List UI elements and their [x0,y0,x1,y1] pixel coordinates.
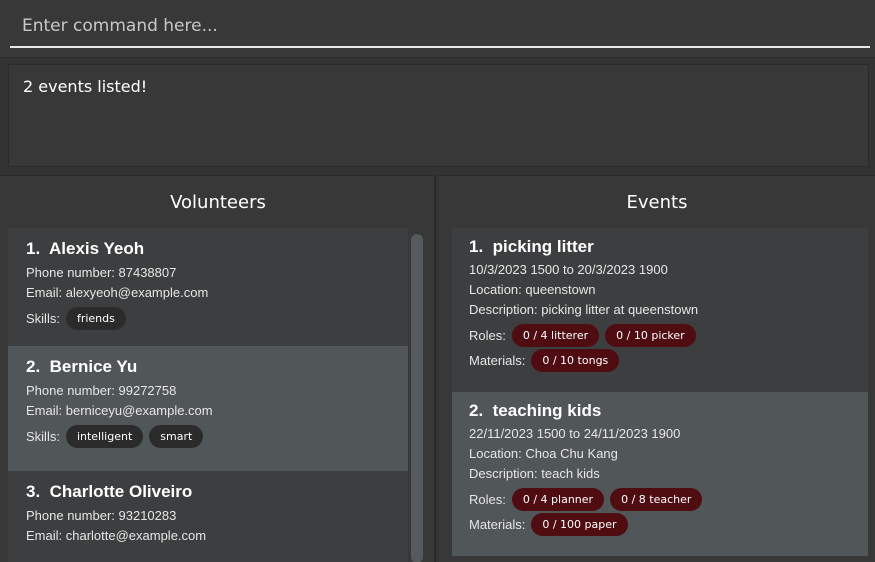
event-card[interactable]: 2. teaching kids 22/11/2023 1500 to 24/1… [452,392,868,556]
volunteer-card[interactable]: 3. Charlotte Oliveiro Phone number: 9321… [8,471,408,562]
volunteer-card[interactable]: 2. Bernice Yu Phone number: 99272758 Ema… [8,346,408,471]
event-dates: 22/11/2023 1500 to 24/11/2023 1900 [469,426,681,441]
volunteers-panel: Volunteers 1. Alexis Yeoh Phone number: … [0,175,436,562]
material-tag: 0 / 10 tongs [531,349,620,372]
volunteer-name: 2. Bernice Yu [26,357,138,376]
volunteer-phone: Phone number: 99272758 [26,383,177,398]
event-name: 1. picking litter [469,237,594,256]
volunteer-email: Email: charlotte@example.com [26,528,207,543]
event-dates: 10/3/2023 1500 to 20/3/2023 1900 [469,262,668,277]
volunteer-card[interactable]: 1. Alexis Yeoh Phone number: 87438807 Em… [8,228,408,346]
skill-tag: intelligent [65,425,144,448]
volunteer-email: Email: alexyeoh@example.com [26,285,209,300]
role-tag: 0 / 4 planner [511,488,605,511]
materials-label: Materials: [469,517,526,532]
materials-label: Materials: [469,353,526,368]
material-tag: 0 / 100 paper [531,513,628,536]
volunteer-phone: Phone number: 87438807 [26,265,177,280]
event-materials: Materials: 0 / 10 tongs [469,349,868,372]
events-title: Events [626,192,688,213]
command-box [0,0,875,58]
volunteer-scrollbar[interactable] [411,234,423,562]
volunteers-title: Volunteers [170,192,266,213]
result-display: 2 events listed! [8,64,869,167]
volunteer-email: Email: berniceyu@example.com [26,403,213,418]
volunteer-name: 3. Charlotte Oliveiro [26,482,193,501]
event-card[interactable]: 1. picking litter 10/3/2023 1500 to 20/3… [452,228,868,392]
event-roles: Roles: 0 / 4 litterer 0 / 10 picker [469,324,868,347]
volunteer-name: 1. Alexis Yeoh [26,239,145,258]
role-tag: 0 / 4 litterer [511,324,600,347]
volunteer-skills: Skills: intelligent smart [26,425,408,448]
volunteer-phone: Phone number: 93210283 [26,508,177,523]
roles-label: Roles: [469,492,506,507]
skills-label: Skills: [26,311,60,326]
event-location: Location: queenstown [469,282,596,297]
events-panel: Events 1. picking litter 10/3/2023 1500 … [439,175,875,562]
skill-tag: friends [65,307,126,330]
skills-label: Skills: [26,429,60,444]
event-list[interactable]: 1. picking litter 10/3/2023 1500 to 20/3… [452,228,868,562]
event-description: Description: picking litter at queenstow… [469,302,699,317]
result-text: 2 events listed! [23,77,148,96]
event-roles: Roles: 0 / 4 planner 0 / 8 teacher [469,488,868,511]
role-tag: 0 / 8 teacher [610,488,703,511]
volunteer-list[interactable]: 1. Alexis Yeoh Phone number: 87438807 Em… [8,228,408,562]
event-location: Location: Choa Chu Kang [469,446,618,461]
command-input[interactable] [10,6,870,48]
skill-tag: smart [149,425,204,448]
event-materials: Materials: 0 / 100 paper [469,513,868,536]
volunteer-skills: Skills: friends [26,307,408,330]
roles-label: Roles: [469,328,506,343]
role-tag: 0 / 10 picker [605,324,696,347]
event-description: Description: teach kids [469,466,600,481]
event-name: 2. teaching kids [469,401,602,420]
